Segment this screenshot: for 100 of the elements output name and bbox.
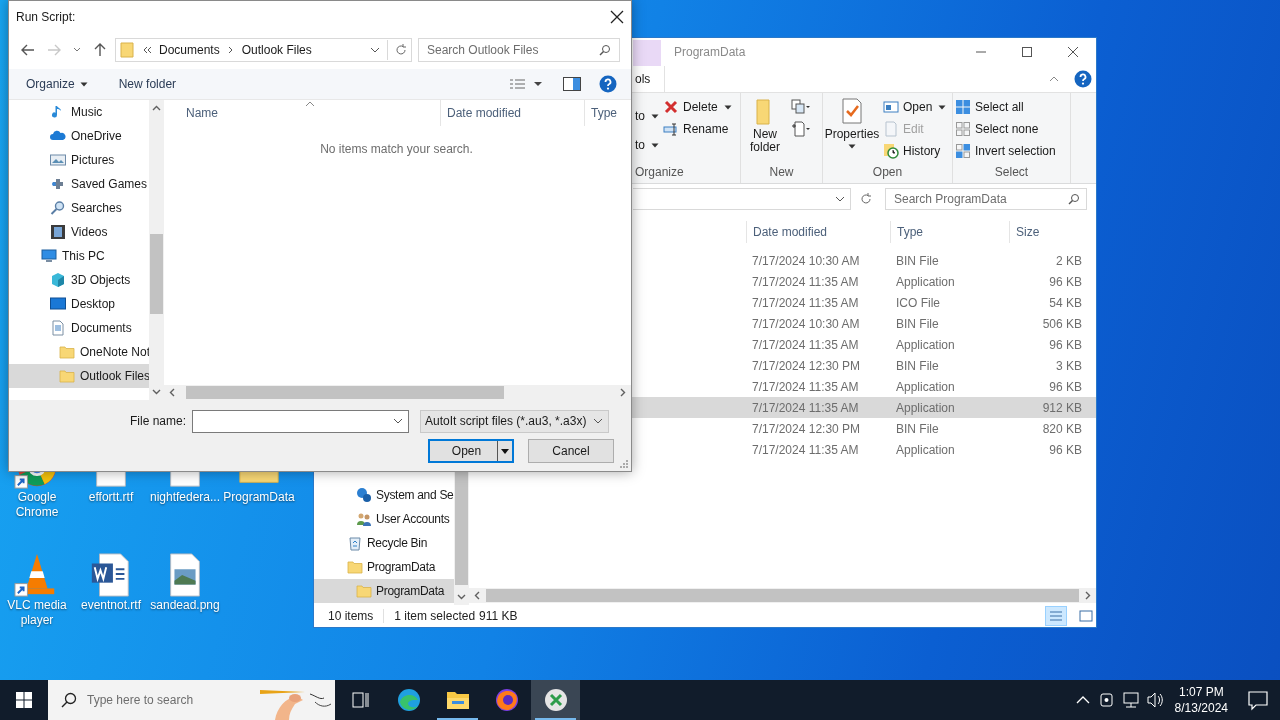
caret-down-icon xyxy=(723,104,732,110)
table-cell-text: 7/17/2024 11:35 AM xyxy=(751,274,860,289)
tree-item[interactable]: Music xyxy=(9,100,149,124)
tree-item[interactable]: Searches xyxy=(9,196,149,220)
scrollbar[interactable] xyxy=(149,100,164,400)
tree-item[interactable]: ProgramData xyxy=(314,555,454,579)
cube-icon xyxy=(50,272,66,288)
tree-item[interactable]: 3D Objects xyxy=(9,268,149,292)
scrollbar[interactable] xyxy=(164,385,631,400)
open-button[interactable]: Open xyxy=(428,439,514,463)
new-folder-button[interactable]: New folder xyxy=(118,77,177,91)
breadcrumb-item[interactable]: Documents xyxy=(159,43,220,57)
tree-item[interactable]: Documents xyxy=(9,316,149,340)
new-folder-button[interactable]: New folder xyxy=(743,97,787,163)
taskbar-button[interactable] xyxy=(531,680,580,720)
cancel-button[interactable]: Cancel xyxy=(528,439,614,463)
table-cell-text: 7/17/2024 11:35 AM xyxy=(751,337,860,352)
search-input[interactable]: Search ProgramData xyxy=(894,192,1068,206)
properties-button[interactable]: Properties xyxy=(825,97,879,163)
resize-grip-icon[interactable] xyxy=(619,459,629,469)
empty-message: No items match your search. xyxy=(320,142,473,156)
back-arrow-icon[interactable] xyxy=(20,42,36,58)
scroll-thumb[interactable] xyxy=(455,469,468,585)
column-header[interactable]: Type xyxy=(584,100,631,126)
organize-menu-button[interactable]: Organize xyxy=(26,77,88,91)
tree-item[interactable]: System and Se xyxy=(314,483,454,507)
table-cell-text: BIN File xyxy=(895,421,940,436)
ribbon-button[interactable]: to xyxy=(635,108,659,124)
tree-item[interactable]: Saved Games xyxy=(9,172,149,196)
table-cell-text: 2 KB xyxy=(1055,253,1083,268)
tree-item[interactable]: Desktop xyxy=(9,292,149,316)
close-icon[interactable] xyxy=(609,9,625,25)
history-button[interactable]: History xyxy=(883,143,947,159)
tree-item[interactable]: Videos xyxy=(9,220,149,244)
ribbon-tab[interactable]: ols xyxy=(633,66,666,92)
scroll-thumb[interactable] xyxy=(486,589,1079,602)
file-name-field[interactable] xyxy=(192,409,409,433)
breadcrumb-item[interactable]: Outlook Files xyxy=(241,43,312,57)
scroll-thumb[interactable] xyxy=(186,386,504,399)
tree-item[interactable]: OneDrive xyxy=(9,124,149,148)
column-header[interactable]: Date modified xyxy=(746,221,890,243)
copy-items-icon[interactable] xyxy=(791,99,811,115)
table-cell-text: BIN File xyxy=(895,316,940,331)
select-none-button[interactable]: Select none xyxy=(955,121,1056,137)
new-item-icon[interactable] xyxy=(791,121,811,137)
search-box[interactable]: Search ProgramData xyxy=(885,188,1087,210)
scroll-thumb[interactable] xyxy=(150,234,163,314)
help-icon[interactable] xyxy=(1074,70,1092,88)
clock-time[interactable]: 1:07 PM xyxy=(1178,684,1224,700)
image-icon xyxy=(50,152,66,168)
tree-item[interactable]: ProgramData xyxy=(314,579,454,603)
group-label: Organize xyxy=(634,164,685,181)
scrollbar[interactable] xyxy=(469,588,1096,603)
browser-icon xyxy=(396,688,421,712)
table-cell-text: 506 KB xyxy=(1041,316,1083,331)
search-icon xyxy=(50,200,66,216)
column-header[interactable]: Type xyxy=(890,221,1009,243)
computer-icon xyxy=(41,248,57,264)
open-button[interactable]: Open xyxy=(883,99,947,115)
file-type-dropdown[interactable]: AutoIt script files (*.au3, *.a3x) xyxy=(420,409,609,433)
rename-button[interactable]: Rename xyxy=(663,121,732,137)
column-header[interactable]: Size xyxy=(1009,221,1086,243)
select-all-button[interactable]: Select all xyxy=(955,99,1056,115)
folder-icon xyxy=(59,344,75,360)
ribbon-button[interactable]: to xyxy=(635,137,659,153)
tree-item[interactable]: Recycle Bin xyxy=(314,531,454,555)
tree-item[interactable]: This PC xyxy=(9,244,149,268)
refresh-icon[interactable] xyxy=(859,192,873,206)
help-icon[interactable] xyxy=(599,75,617,93)
rename-icon xyxy=(663,121,679,137)
grid-icon xyxy=(955,143,971,159)
column-header[interactable]: Name xyxy=(164,100,440,126)
double-chevron-icon[interactable] xyxy=(141,44,153,56)
column-header[interactable]: Date modified xyxy=(440,100,584,126)
up-arrow-icon[interactable] xyxy=(92,42,108,58)
clock-date[interactable]: 8/13/2024 xyxy=(1174,700,1228,716)
tree-item[interactable]: User Accounts xyxy=(314,507,454,531)
tree-item[interactable]: Pictures xyxy=(9,148,149,172)
table-cell-text: Application xyxy=(895,274,956,289)
group-label: Select xyxy=(993,164,1030,181)
search-input[interactable]: Search Outlook Files xyxy=(427,43,599,57)
table-cell-text: 3 KB xyxy=(1055,358,1083,373)
tree-item[interactable]: OneNote Not xyxy=(9,340,149,364)
preview-pane-icon[interactable] xyxy=(563,77,581,91)
tree-item[interactable]: Outlook Files xyxy=(9,364,149,388)
refresh-icon[interactable] xyxy=(394,43,408,57)
close-icon xyxy=(663,99,679,115)
address-bar[interactable]: Documents Outlook Files xyxy=(115,38,412,62)
group-label: Open xyxy=(871,164,904,181)
film-icon xyxy=(50,224,66,240)
delete-button[interactable]: Delete xyxy=(663,99,732,115)
search-input[interactable]: Type here to search xyxy=(87,693,245,707)
search-box[interactable]: Search Outlook Files xyxy=(418,38,620,62)
table-cell-text: ICO File xyxy=(895,295,941,310)
grid-icon xyxy=(955,99,971,115)
table-cell-text: 7/17/2024 12:30 PM xyxy=(751,421,862,436)
caret-down-icon xyxy=(848,144,856,149)
invert-selection-button[interactable]: Invert selection xyxy=(955,143,1056,159)
search-icon xyxy=(61,692,77,708)
table-cell-text: Application xyxy=(895,379,956,394)
